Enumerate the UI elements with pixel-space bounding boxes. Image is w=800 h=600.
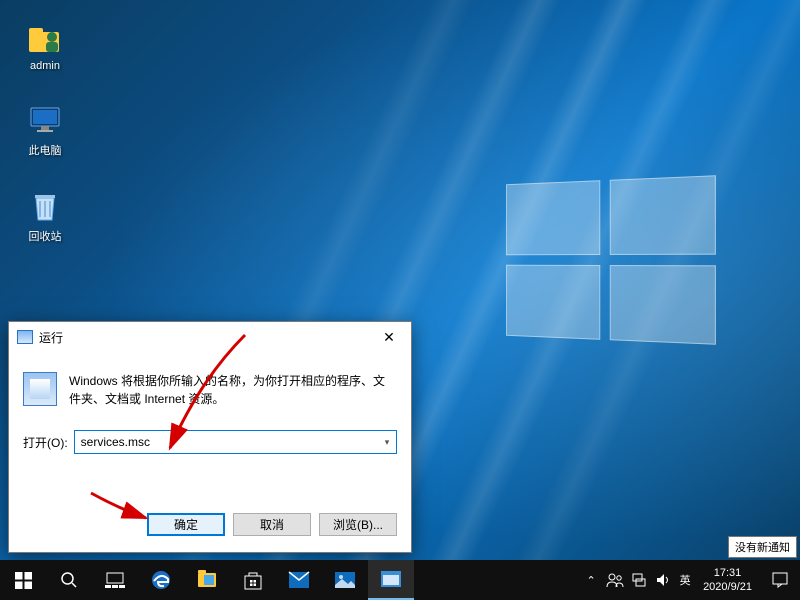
people-icon xyxy=(606,572,624,588)
close-icon: ✕ xyxy=(383,329,395,346)
system-tray: ⌃ 英 17:31 2020/9/21 xyxy=(579,560,800,600)
chevron-up-icon: ⌃ xyxy=(586,574,595,587)
taskbar-edge[interactable] xyxy=(138,560,184,600)
open-label: 打开(O): xyxy=(23,434,68,451)
taskbar-mail[interactable] xyxy=(276,560,322,600)
desktop-icon-label: admin xyxy=(30,60,60,72)
notification-tooltip: 没有新通知 xyxy=(728,536,797,558)
network-icon xyxy=(631,572,647,588)
desktop-icon-this-pc[interactable]: 此电脑 xyxy=(15,102,75,158)
run-window-icon xyxy=(381,571,401,587)
taskbar-file-explorer[interactable] xyxy=(184,560,230,600)
folder-icon xyxy=(198,573,216,587)
cancel-button[interactable]: 取消 xyxy=(233,513,311,536)
task-view-icon xyxy=(105,572,125,588)
desktop-icons: admin 此电脑 回收站 xyxy=(15,20,75,244)
taskbar-run-dialog[interactable] xyxy=(368,560,414,600)
clock-time: 17:31 xyxy=(703,566,752,580)
run-dialog: 运行 ✕ Windows 将根据你所输入的名称，为你打开相应的程序、文件夹、文档… xyxy=(8,321,412,553)
tray-overflow[interactable]: ⌃ xyxy=(579,560,603,600)
edge-icon xyxy=(150,569,172,591)
task-view-button[interactable] xyxy=(92,560,138,600)
mail-icon xyxy=(288,571,310,589)
desktop-icon-recycle-bin[interactable]: 回收站 xyxy=(15,188,75,244)
windows-logo-icon xyxy=(15,572,32,589)
ok-button[interactable]: 确定 xyxy=(147,513,225,536)
taskbar: ⌃ 英 17:31 2020/9/21 xyxy=(0,560,800,600)
taskbar-photos[interactable] xyxy=(322,560,368,600)
taskbar-store[interactable] xyxy=(230,560,276,600)
recycle-bin-icon xyxy=(27,188,63,224)
clock-date: 2020/9/21 xyxy=(703,580,752,594)
run-dialog-icon xyxy=(17,330,33,344)
open-input[interactable] xyxy=(74,430,397,454)
close-button[interactable]: ✕ xyxy=(367,322,411,352)
tray-clock[interactable]: 17:31 2020/9/21 xyxy=(695,566,760,594)
photos-icon xyxy=(334,571,356,589)
search-icon xyxy=(60,571,78,589)
chevron-down-icon: ▾ xyxy=(385,437,390,448)
dialog-description: Windows 将根据你所输入的名称，为你打开相应的程序、文件夹、文档或 Int… xyxy=(69,372,397,408)
dialog-title-text: 运行 xyxy=(39,329,63,346)
tray-action-center[interactable] xyxy=(760,560,800,600)
tray-ime[interactable]: 英 xyxy=(675,560,695,600)
tray-people[interactable] xyxy=(603,560,627,600)
notification-icon xyxy=(771,571,789,589)
dialog-titlebar[interactable]: 运行 ✕ xyxy=(9,322,411,352)
run-command-icon xyxy=(23,372,57,406)
ime-label: 英 xyxy=(680,572,691,588)
browse-button[interactable]: 浏览(B)... xyxy=(319,513,397,536)
desktop-icon-label: 此电脑 xyxy=(29,142,62,158)
monitor-icon xyxy=(27,102,63,138)
search-button[interactable] xyxy=(46,560,92,600)
wallpaper-windows-logo xyxy=(506,175,716,345)
tray-network[interactable] xyxy=(627,560,651,600)
dropdown-button[interactable]: ▾ xyxy=(378,431,396,453)
start-button[interactable] xyxy=(0,560,46,600)
desktop-icon-admin[interactable]: admin xyxy=(15,20,75,72)
store-icon xyxy=(243,570,263,590)
volume-icon xyxy=(655,572,671,588)
user-folder-icon xyxy=(27,20,63,56)
desktop-icon-label: 回收站 xyxy=(29,228,62,244)
tray-volume[interactable] xyxy=(651,560,675,600)
dialog-body: Windows 将根据你所输入的名称，为你打开相应的程序、文件夹、文档或 Int… xyxy=(9,352,411,454)
dialog-button-row: 确定 取消 浏览(B)... xyxy=(147,513,397,536)
tooltip-text: 没有新通知 xyxy=(735,542,790,554)
